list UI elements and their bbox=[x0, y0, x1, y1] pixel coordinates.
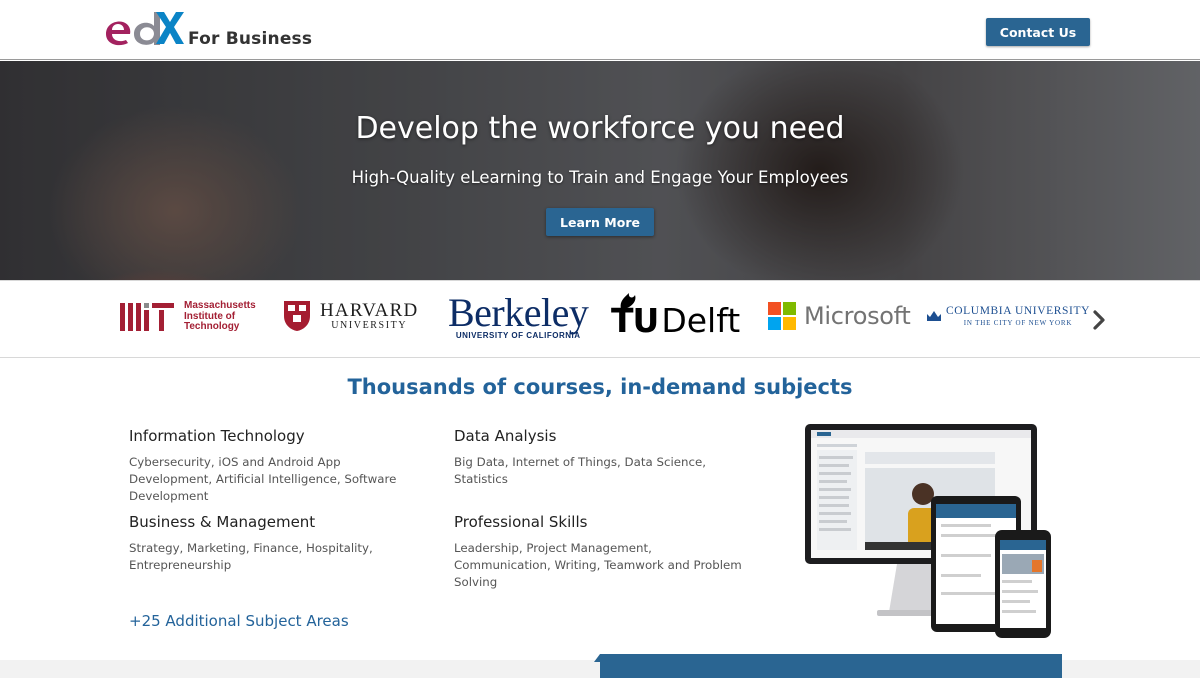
brand-subtitle: For Business bbox=[188, 29, 313, 49]
devices-illustration bbox=[805, 424, 1065, 644]
edx-logo[interactable] bbox=[104, 10, 184, 48]
subject-data-analysis: Data Analysis Big Data, Internet of Thin… bbox=[454, 427, 744, 488]
columbia-crown-icon bbox=[927, 311, 941, 322]
berkeley-subtitle: UNIVERSITY OF CALIFORNIA bbox=[455, 331, 581, 340]
mit-name-line-3: Technology bbox=[184, 321, 240, 332]
multi-device-image bbox=[805, 424, 1051, 638]
feature-panel-top bbox=[600, 654, 1062, 678]
subject-professional-skills: Professional Skills Leadership, Project … bbox=[454, 513, 744, 591]
partner-logo-tudelft[interactable]: TU Delft bbox=[611, 293, 740, 340]
partner-logo-mit[interactable]: Massachusetts Institute of Technology bbox=[120, 300, 256, 333]
chevron-right-icon bbox=[1093, 310, 1105, 330]
mit-name: Massachusetts Institute of Technology bbox=[184, 300, 256, 333]
subject-topics: Big Data, Internet of Things, Data Scien… bbox=[454, 455, 706, 486]
site-header: For Business Contact Us bbox=[0, 0, 1200, 60]
subject-topics: Strategy, Marketing, Finance, Hospitalit… bbox=[129, 541, 373, 572]
subject-name: Business & Management bbox=[129, 513, 316, 531]
partner-logo-columbia[interactable]: COLUMBIA UNIVERSITY IN THE CITY OF NEW Y… bbox=[926, 305, 1090, 327]
columbia-name: COLUMBIA UNIVERSITY bbox=[946, 305, 1090, 317]
harvard-wordmark: HARVARD UNIVERSITY bbox=[320, 301, 418, 331]
mit-name-line-2: Institute of bbox=[184, 310, 236, 322]
columbia-wordmark: COLUMBIA UNIVERSITY IN THE CITY OF NEW Y… bbox=[946, 305, 1090, 327]
columbia-subtitle: IN THE CITY OF NEW YORK bbox=[963, 318, 1073, 327]
additional-subjects-link[interactable]: +25 Additional Subject Areas bbox=[129, 612, 349, 630]
partner-logo-harvard[interactable]: HARVARD UNIVERSITY bbox=[283, 300, 418, 332]
subject-information-technology: Information Technology Cybersecurity, iO… bbox=[129, 427, 419, 505]
contact-us-button[interactable]: Contact Us bbox=[986, 18, 1090, 46]
subject-topics: Cybersecurity, iOS and Android App Devel… bbox=[129, 455, 397, 503]
subject-name: Information Technology bbox=[129, 427, 305, 445]
edx-logo-mark bbox=[106, 12, 184, 46]
mit-mark-icon bbox=[120, 302, 174, 331]
hero-banner: Develop the workforce you need High-Qual… bbox=[0, 61, 1200, 280]
harvard-shield-icon bbox=[284, 301, 310, 331]
partner-logo-berkeley[interactable]: Berkeley UNIVERSITY OF CALIFORNIA bbox=[448, 290, 589, 341]
learn-more-button[interactable]: Learn More bbox=[546, 208, 654, 236]
partner-logo-microsoft[interactable]: Microsoft bbox=[768, 302, 911, 330]
tudelft-delft: Delft bbox=[661, 301, 741, 340]
hero-title: Develop the workforce you need bbox=[355, 111, 845, 146]
subject-topics: Leadership, Project Management, Communic… bbox=[454, 541, 742, 589]
section-title: Thousands of courses, in-demand subjects bbox=[347, 375, 853, 399]
carousel-next-button[interactable] bbox=[1088, 305, 1110, 335]
harvard-name: HARVARD bbox=[320, 300, 419, 321]
subject-business-management: Business & Management Strategy, Marketin… bbox=[129, 513, 419, 574]
hero-subtitle: High-Quality eLearning to Train and Enga… bbox=[351, 168, 849, 187]
subject-name: Data Analysis bbox=[454, 427, 557, 445]
tudelft-flame-icon bbox=[620, 293, 636, 309]
microsoft-windows-icon bbox=[768, 302, 796, 330]
mit-name-line-1: Massachusetts bbox=[184, 300, 256, 311]
berkeley-name: Berkeley bbox=[448, 290, 589, 335]
partner-carousel: Massachusetts Institute of Technology HA… bbox=[0, 280, 1200, 358]
harvard-subtitle: UNIVERSITY bbox=[331, 320, 408, 331]
subject-name: Professional Skills bbox=[454, 513, 588, 531]
microsoft-name: Microsoft bbox=[804, 302, 911, 330]
